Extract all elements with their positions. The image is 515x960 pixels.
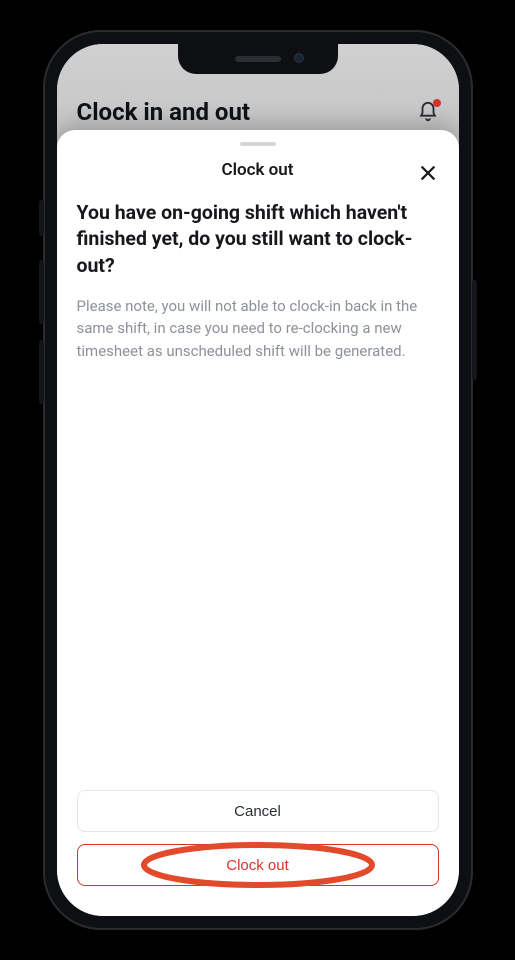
phone-camera: [294, 53, 304, 63]
phone-notch: [178, 44, 338, 74]
clock-out-button[interactable]: Clock out: [77, 844, 439, 886]
phone-frame: Clock in and out Clock out: [43, 30, 473, 930]
phone-side-button: [39, 200, 44, 236]
close-button[interactable]: [411, 156, 445, 190]
sheet-grabber[interactable]: [240, 142, 276, 146]
confirmation-heading: You have on-going shift which haven't fi…: [77, 200, 439, 279]
cancel-button[interactable]: Cancel: [77, 790, 439, 832]
close-icon: [417, 162, 439, 184]
sheet-content: You have on-going shift which haven't fi…: [57, 196, 459, 784]
bottom-sheet: Clock out You have on-going shift which …: [57, 130, 459, 916]
phone-side-button: [39, 340, 44, 404]
notification-dot-icon: [433, 99, 441, 107]
phone-speaker: [235, 56, 281, 62]
notification-bell-icon[interactable]: [417, 101, 439, 123]
cancel-button-label: Cancel: [234, 803, 281, 820]
confirmation-body: Please note, you will not able to clock-…: [77, 295, 439, 363]
phone-screen: Clock in and out Clock out: [57, 44, 459, 916]
sheet-header: Clock out: [57, 156, 459, 196]
sheet-footer: Cancel Clock out: [57, 784, 459, 896]
phone-side-button: [39, 260, 44, 324]
sheet-title: Clock out: [221, 160, 293, 180]
background-screen-title: Clock in and out: [77, 98, 251, 126]
phone-side-button: [472, 280, 477, 380]
clock-out-button-label: Clock out: [226, 857, 289, 874]
